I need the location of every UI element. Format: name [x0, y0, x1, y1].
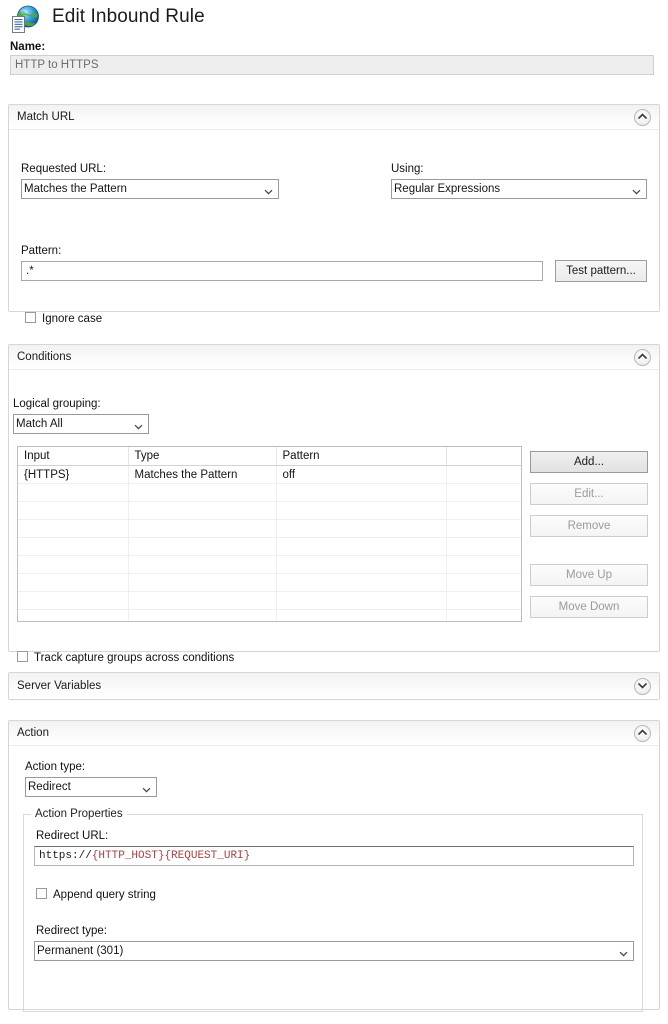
- conditions-table-body: {HTTPS} Matches the Pattern off: [18, 465, 521, 621]
- table-row-empty[interactable]: [18, 483, 521, 502]
- redirect-type-combo-wrap: Permanent (301): [34, 941, 634, 961]
- using-label: Using:: [391, 163, 424, 175]
- remove-condition-button[interactable]: Remove: [530, 515, 648, 537]
- action-title: Action: [17, 727, 49, 739]
- conditions-title: Conditions: [17, 351, 72, 363]
- conditions-panel: Conditions Logical grouping: Match All I…: [8, 344, 660, 664]
- match-url-title: Match URL: [17, 111, 75, 123]
- edit-condition-button[interactable]: Edit...: [530, 483, 648, 505]
- requested-url-select[interactable]: Matches the Pattern: [21, 179, 279, 199]
- action-type-select[interactable]: Redirect: [25, 777, 157, 797]
- action-type-combo-wrap: Redirect: [25, 777, 157, 797]
- globe-document-icon: [10, 4, 42, 36]
- pattern-input[interactable]: [21, 261, 543, 281]
- add-condition-button[interactable]: Add...: [530, 451, 648, 473]
- ignore-case-label: Ignore case: [42, 313, 103, 325]
- redirect-url-var-host: {HTTP_HOST}: [91, 850, 165, 862]
- ignore-case-checkbox[interactable]: Ignore case: [25, 312, 102, 325]
- redirect-url-input[interactable]: https://{HTTP_HOST}{REQUEST_URI}: [34, 846, 634, 866]
- redirect-url-label: Redirect URL:: [36, 830, 109, 842]
- cell-pattern: off: [276, 465, 447, 484]
- action-panel: Action Action type: Redirect Action Prop…: [8, 720, 660, 1012]
- chevron-up-icon[interactable]: [634, 349, 651, 366]
- requested-url-label: Requested URL:: [21, 163, 107, 175]
- chevron-down-icon[interactable]: [634, 678, 651, 695]
- column-header-type[interactable]: Type: [128, 447, 277, 466]
- action-type-label: Action type:: [25, 761, 86, 773]
- append-query-string-checkbox[interactable]: Append query string: [36, 888, 156, 901]
- using-select[interactable]: Regular Expressions: [391, 179, 647, 199]
- action-panel-header: Action: [9, 721, 659, 746]
- cell-input: {HTTPS}: [18, 465, 129, 484]
- chevron-up-icon[interactable]: [634, 109, 651, 126]
- track-capture-groups-label: Track capture groups across conditions: [34, 652, 235, 664]
- logical-grouping-select[interactable]: Match All: [13, 414, 149, 434]
- server-variables-title: Server Variables: [17, 680, 102, 692]
- table-row-empty[interactable]: [18, 519, 521, 538]
- redirect-url-scheme: https://: [39, 850, 92, 862]
- logical-grouping-combo-wrap: Match All: [13, 414, 149, 434]
- match-url-panel: Match URL Requested URL: Matches the Pat…: [8, 104, 660, 325]
- logical-grouping-label: Logical grouping:: [13, 398, 101, 410]
- table-row-empty[interactable]: [18, 501, 521, 520]
- table-row[interactable]: {HTTPS} Matches the Pattern off: [18, 465, 521, 484]
- rule-name-input[interactable]: [10, 55, 654, 75]
- column-header-input[interactable]: Input: [18, 447, 129, 466]
- redirect-type-label: Redirect type:: [36, 925, 107, 937]
- track-capture-groups-checkbox[interactable]: Track capture groups across conditions: [17, 651, 234, 664]
- conditions-table[interactable]: Input Type Pattern {HTTPS} Matches the P…: [17, 446, 522, 622]
- cell-type: Matches the Pattern: [128, 465, 277, 484]
- requested-url-combo-wrap: Matches the Pattern: [21, 179, 279, 199]
- table-header-row: Input Type Pattern: [18, 447, 521, 466]
- ignore-case-box[interactable]: [25, 312, 36, 323]
- using-combo-wrap: Regular Expressions: [391, 179, 647, 199]
- server-variables-panel-header[interactable]: Server Variables: [9, 673, 659, 699]
- table-row-empty[interactable]: [18, 537, 521, 556]
- move-up-button[interactable]: Move Up: [530, 564, 648, 586]
- action-properties-fieldset: Action Properties Redirect URL: https://…: [23, 808, 643, 1012]
- table-row-empty[interactable]: [18, 609, 521, 621]
- column-header-blank[interactable]: [446, 447, 521, 466]
- match-url-panel-header: Match URL: [9, 105, 659, 130]
- conditions-table-element: Input Type Pattern {HTTPS} Matches the P…: [18, 447, 521, 621]
- table-row-empty[interactable]: [18, 573, 521, 592]
- conditions-panel-header: Conditions: [9, 345, 659, 370]
- column-header-pattern[interactable]: Pattern: [276, 447, 447, 466]
- table-row-empty[interactable]: [18, 591, 521, 610]
- pattern-label: Pattern:: [21, 245, 62, 257]
- page-title: Edit Inbound Rule: [52, 6, 205, 27]
- server-variables-panel[interactable]: Server Variables: [8, 672, 660, 700]
- redirect-type-select[interactable]: Permanent (301): [34, 941, 634, 961]
- redirect-url-var-uri: {REQUEST_URI}: [164, 850, 251, 862]
- append-query-string-label: Append query string: [53, 889, 156, 901]
- name-label: Name:: [10, 41, 46, 53]
- table-row-empty[interactable]: [18, 555, 521, 574]
- dialog-header: Edit Inbound Rule: [0, 0, 668, 40]
- chevron-up-icon[interactable]: [634, 725, 651, 742]
- move-down-button[interactable]: Move Down: [530, 596, 648, 618]
- track-capture-groups-box[interactable]: [17, 651, 28, 662]
- action-properties-legend: Action Properties: [31, 808, 127, 820]
- cell-blank: [446, 465, 521, 484]
- append-query-string-box[interactable]: [36, 888, 47, 899]
- test-pattern-button[interactable]: Test pattern...: [555, 260, 647, 282]
